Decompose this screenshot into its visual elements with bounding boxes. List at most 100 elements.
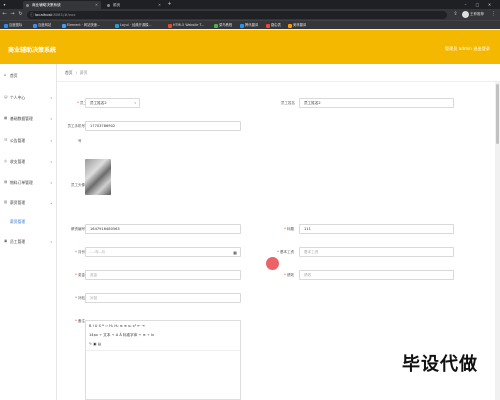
breadcrumb-home[interactable]: 首页 bbox=[65, 70, 73, 75]
title-input[interactable]: 111 bbox=[299, 224, 454, 234]
chevron-down-icon: ▾ bbox=[50, 117, 52, 121]
bookmark-item[interactable]: Element · 网站快速... bbox=[62, 21, 100, 30]
avatar[interactable] bbox=[462, 11, 469, 18]
breadcrumb: 首页 / 薪资 bbox=[57, 64, 500, 82]
window-close-icon[interactable]: ✕ bbox=[486, 1, 493, 8]
url-host: localhost bbox=[35, 11, 53, 17]
employee-name-input[interactable]: 员工姓名2 bbox=[299, 98, 454, 108]
bookmark-icon bbox=[240, 24, 244, 28]
editor-toolbar: B I U S ❝ ‹› H₁ H₂ ≡ ≡ x₂ x² ⇤ ⇥ 14px ÷ … bbox=[86, 321, 240, 351]
performance-label: * 绩效 bbox=[284, 273, 294, 277]
sidebar-subitem-salary[interactable]: 薪资管理 bbox=[0, 217, 57, 227]
bookmark-icon bbox=[62, 24, 66, 28]
new-tab-icon[interactable]: + bbox=[166, 1, 173, 8]
sidebar-item-finance[interactable]: ◎ 收支管理 ▾ bbox=[0, 157, 57, 167]
sidebar-item-home[interactable]: ⌂ 首页 bbox=[0, 71, 57, 81]
header-user-actions[interactable]: 管理员 admin 退出登录 bbox=[445, 46, 490, 52]
editor-toolbar-row3[interactable]: ✎ ▣ ▤ bbox=[89, 342, 101, 346]
bookmark-item[interactable]: 百度图标 bbox=[4, 21, 22, 30]
bookmark-item[interactable]: 腾讯翻译 bbox=[240, 21, 258, 30]
bookmarks-bar: 百度图标 百度网站 Element · 网站快速... Layui · 经典开源… bbox=[0, 20, 500, 29]
bookmark-icon bbox=[168, 24, 172, 28]
bookmark-icon bbox=[288, 24, 292, 28]
bookmark-icon bbox=[214, 24, 218, 28]
month-input[interactable]: ----年--月 ▦ bbox=[85, 247, 241, 257]
sidebar-item-profile[interactable]: ☺ 个人中心 ▾ bbox=[0, 93, 57, 103]
bookmark-item[interactable]: Layui · 经典开源模... bbox=[115, 21, 152, 30]
kebab-menu-icon[interactable]: ⋮ bbox=[490, 11, 497, 18]
notice-icon: ☷ bbox=[4, 138, 8, 142]
mouse-cursor-indicator bbox=[266, 257, 279, 270]
back-icon[interactable]: ← bbox=[1, 11, 8, 18]
user-icon: ☺ bbox=[4, 95, 8, 99]
salary-icon: ▥ bbox=[4, 200, 8, 204]
title-label: * 标题 bbox=[284, 227, 294, 231]
order-icon: ▤ bbox=[4, 180, 8, 184]
bonus-input[interactable]: 奖金 bbox=[85, 270, 241, 280]
phone-input[interactable]: 17703786902 bbox=[85, 121, 241, 131]
bookmark-item[interactable]: 菜鸟教程 bbox=[214, 21, 232, 30]
home-icon: ⌂ bbox=[4, 73, 7, 77]
address-bar: ← → ↻ ⓘ localhost:8081/#/xxx ⇪ 王菲推荐 ⋮ bbox=[0, 9, 500, 20]
tab-favicon-icon bbox=[107, 3, 110, 7]
breadcrumb-separator: / bbox=[75, 70, 77, 75]
app-title: 商业辅助决策系统 bbox=[8, 47, 57, 54]
app-header: 商业辅助决策系统 管理员 admin 退出登录 bbox=[0, 30, 500, 64]
tab-label: 商业辅助决策系统 bbox=[32, 3, 61, 7]
subsidy-input[interactable]: 补贴 bbox=[85, 293, 241, 303]
bonus-label: * 奖金 bbox=[75, 273, 85, 277]
sidebar-item-base-data[interactable]: ▦ 基础数据管理 ▾ bbox=[0, 114, 57, 124]
forward-icon[interactable]: → bbox=[9, 11, 16, 18]
sidebar-item-notice[interactable]: ☷ 公告管理 ▾ bbox=[0, 136, 57, 146]
tab-close-icon[interactable]: ✕ bbox=[95, 1, 98, 9]
calendar-icon[interactable]: ▦ bbox=[233, 249, 237, 257]
bookmark-icon bbox=[4, 24, 8, 28]
rich-text-editor[interactable]: B I U S ❝ ‹› H₁ H₂ ≡ ≡ x₂ x² ⇤ ⇥ 14px ÷ … bbox=[85, 320, 241, 400]
bookmark-icon bbox=[266, 24, 270, 28]
tab-close-icon[interactable]: ✕ bbox=[158, 1, 161, 9]
maximize-icon[interactable]: □ bbox=[474, 1, 481, 8]
subsidy-label: * 补贴 bbox=[75, 296, 85, 300]
editor-toolbar-row1[interactable]: B I U S ❝ ‹› H₁ H₂ ≡ ≡ x₂ x² ⇤ ⇥ bbox=[89, 324, 145, 328]
browser-tab[interactable]: 前页 ✕ bbox=[104, 1, 164, 9]
chevron-down-icon: ▾ bbox=[134, 101, 136, 105]
bookmark-icon bbox=[33, 24, 37, 28]
minimize-icon[interactable]: – bbox=[462, 1, 469, 8]
bookmark-item[interactable]: HTML5 Website T... bbox=[168, 21, 204, 30]
phone-label-wrap: 号 bbox=[78, 139, 82, 143]
money-icon: ◎ bbox=[4, 159, 8, 163]
bookmark-item[interactable]: 路由表 bbox=[266, 21, 281, 30]
chevron-down-icon: ▾ bbox=[50, 181, 52, 185]
sidebar-item-salary[interactable]: ▥ 薪资管理 ▴ bbox=[0, 198, 57, 208]
reload-icon[interactable]: ↻ bbox=[17, 11, 24, 18]
url-input[interactable]: ⓘ localhost:8081/#/xxx bbox=[27, 10, 447, 19]
sidebar-item-staff[interactable]: ▣ 员工管理 ▾ bbox=[0, 237, 57, 247]
employee-name-label: 员工姓名 bbox=[281, 101, 295, 105]
bookmark-icon bbox=[115, 24, 119, 28]
chevron-up-icon: ▴ bbox=[50, 201, 52, 205]
bookmark-item[interactable]: 百度网站 bbox=[33, 21, 51, 30]
chevron-down-icon: ▾ bbox=[50, 139, 52, 143]
photo-label: 员工头像 bbox=[71, 183, 85, 187]
remark-label: * 备注 bbox=[75, 319, 85, 323]
salary-no-label: 薪资编号 bbox=[71, 227, 85, 231]
watermark-text: 毕设代做 bbox=[402, 354, 478, 375]
editor-toolbar-row2[interactable]: 14px ÷ 文本 ÷ A Ă 标准字体 ÷ ≡ ÷ Ix bbox=[89, 333, 154, 338]
tab-menu-icon[interactable]: ▾ bbox=[1, 1, 8, 8]
bookmark-item[interactable]: 美林翻译 bbox=[288, 21, 306, 30]
url-path: :8081/#/xxx bbox=[52, 11, 76, 17]
employee-select[interactable]: 员工姓名2 ▾ bbox=[85, 98, 140, 108]
phone-label: 员工手机号 bbox=[67, 124, 86, 128]
scrollbar-thumb[interactable] bbox=[496, 84, 499, 144]
salary-no-input[interactable]: 1647916480563 bbox=[85, 224, 241, 234]
performance-input[interactable]: 绩效 bbox=[299, 270, 454, 280]
employee-photo[interactable] bbox=[85, 159, 111, 195]
sidebar-item-orders[interactable]: ▤ 物料订单管理 ▾ bbox=[0, 178, 57, 188]
chevron-down-icon: ▾ bbox=[50, 160, 52, 164]
month-label: * 月份 bbox=[75, 250, 85, 254]
breadcrumb-current: 薪资 bbox=[79, 70, 88, 75]
base-salary-input[interactable]: 基本工资 bbox=[299, 247, 454, 257]
browser-tab-active[interactable]: 商业辅助决策系统 ✕ bbox=[23, 1, 101, 9]
base-salary-label: * 基本工资 bbox=[277, 250, 294, 254]
share-icon[interactable]: ⇪ bbox=[452, 11, 459, 18]
